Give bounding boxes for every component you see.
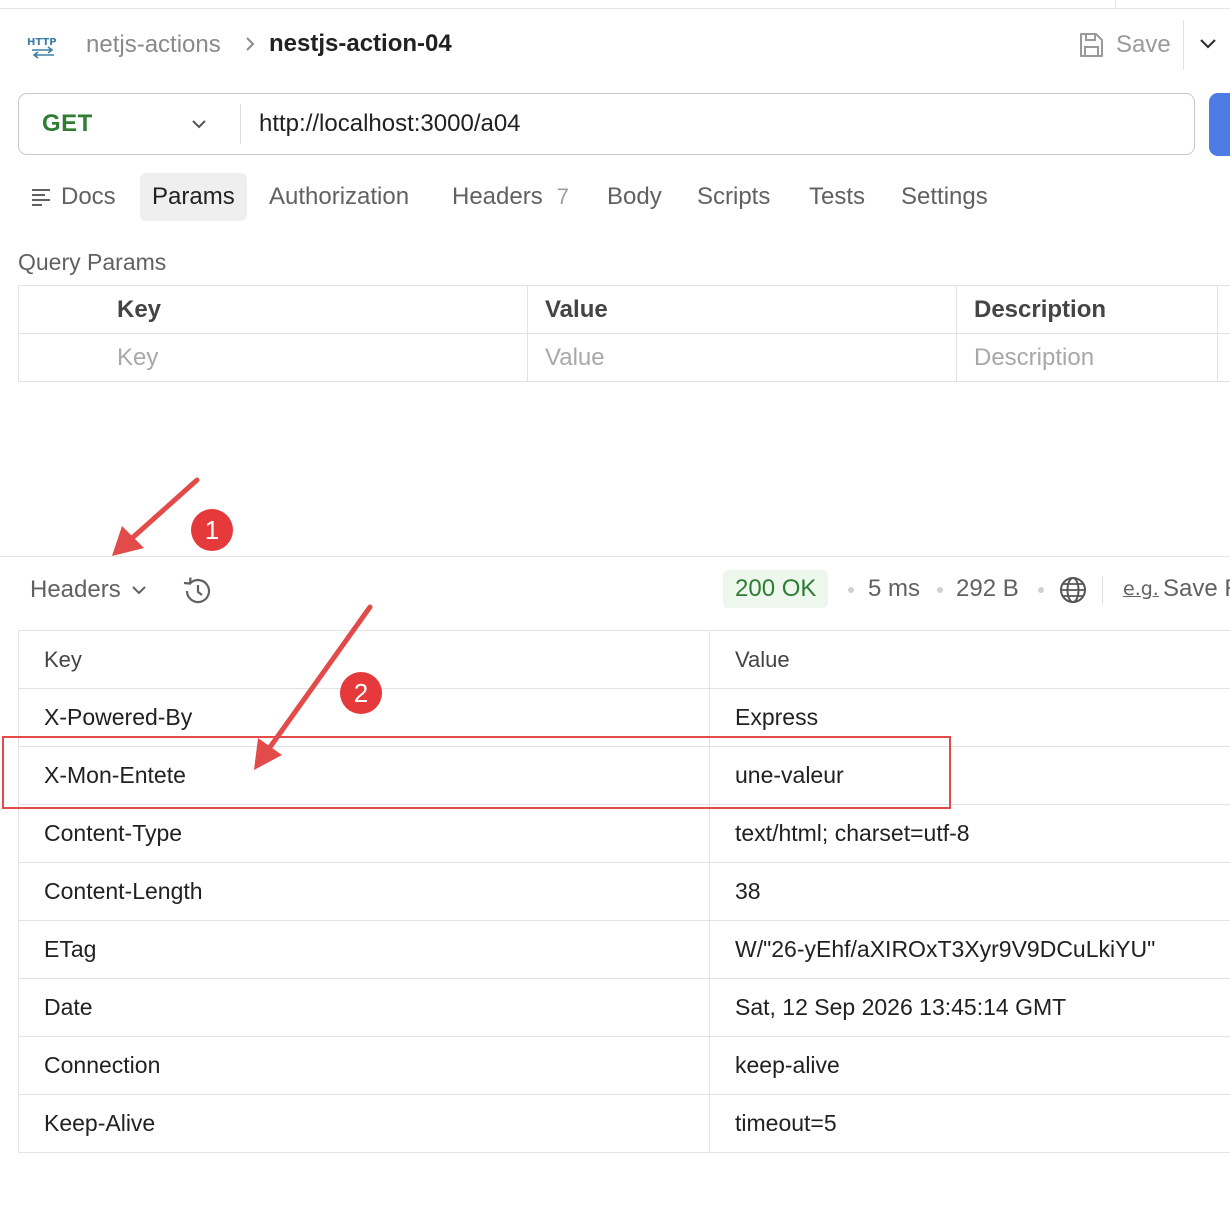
- table-row: Content-Type text/html; charset=utf-8: [18, 804, 1230, 863]
- param-key-input[interactable]: Key: [18, 333, 528, 382]
- column-header-value: Value: [527, 285, 957, 334]
- tab-label: Authorization: [269, 183, 410, 210]
- table-row: Key Value Description: [18, 333, 1230, 382]
- column-header-key: Key: [18, 285, 528, 334]
- request-header: HTTP netjs-actions nestjs-action-04 Save: [0, 20, 1230, 70]
- table-row: Content-Length 38: [18, 862, 1230, 921]
- header-key: Keep-Alive: [18, 1094, 710, 1153]
- response-size[interactable]: 292 B: [956, 575, 1019, 603]
- header-value: text/html; charset=utf-8: [709, 804, 1230, 863]
- save-button-label: Save: [1116, 31, 1171, 58]
- tab-label: Headers: [452, 183, 543, 210]
- tab-authorization[interactable]: Authorization: [257, 173, 421, 221]
- response-view-label: Headers: [30, 576, 121, 603]
- header-value: keep-alive: [709, 1036, 1230, 1095]
- url-bar: GET: [18, 93, 1195, 155]
- header-value: Sat, 12 Sep 2026 13:45:14 GMT: [709, 978, 1230, 1037]
- tab-params[interactable]: Params: [140, 173, 247, 221]
- tab-settings[interactable]: Settings: [889, 173, 1000, 221]
- param-description-input[interactable]: Description: [956, 333, 1218, 382]
- header-key: Connection: [18, 1036, 710, 1095]
- response-toolbar: Headers 200 OK 5 ms 292 B e.g. Save R: [0, 566, 1230, 614]
- param-value-input[interactable]: Value: [527, 333, 957, 382]
- tab-label: Params: [152, 183, 235, 210]
- docs-icon: [32, 189, 50, 206]
- table-row: Connection keep-alive: [18, 1036, 1230, 1095]
- annotation-badge-2: 2: [340, 672, 382, 714]
- annotation-arrow-1: [112, 477, 200, 556]
- column-header-actions: [1217, 285, 1230, 334]
- tab-scripts[interactable]: Scripts: [685, 173, 782, 221]
- save-button[interactable]: Save: [1076, 28, 1171, 62]
- tab-headers[interactable]: Headers 7: [440, 173, 581, 221]
- column-header-description: Description: [956, 285, 1218, 334]
- globe-icon[interactable]: [1058, 575, 1088, 605]
- header-key: Content-Length: [18, 862, 710, 921]
- separator-dot: [937, 587, 943, 593]
- chevron-down-icon[interactable]: [1198, 36, 1218, 52]
- header-key: Date: [18, 978, 710, 1037]
- chevron-right-icon: [246, 37, 255, 51]
- column-header-value: Value: [709, 630, 1230, 689]
- chevron-down-icon: [132, 586, 146, 595]
- response-headers-table: Key Value X-Powered-By Express X-Mon-Ent…: [18, 630, 1230, 1153]
- url-input[interactable]: [259, 106, 1159, 142]
- url-divider: [240, 104, 241, 144]
- tab-label: Tests: [809, 183, 866, 210]
- separator-dot: [1038, 587, 1044, 593]
- header-key: Content-Type: [18, 804, 710, 863]
- tab-label: Body: [607, 183, 662, 210]
- tab-docs[interactable]: Docs: [18, 173, 128, 221]
- separator-dot: [848, 587, 854, 593]
- window-top-border: [0, 0, 1230, 9]
- save-icon: [1080, 33, 1103, 57]
- save-response-button[interactable]: Save R: [1163, 575, 1230, 603]
- query-params-title: Query Params: [18, 249, 167, 275]
- tab-label: Scripts: [697, 183, 771, 210]
- table-row: ETag W/"26-yEhf/aXIROxT3Xyr9V9DCuLkiYU": [18, 920, 1230, 979]
- header-divider: [1183, 20, 1184, 70]
- tab-label: Settings: [901, 183, 988, 210]
- method-select[interactable]: GET: [42, 110, 93, 138]
- annotation-highlight-box: [2, 736, 951, 809]
- header-value: timeout=5: [709, 1094, 1230, 1153]
- header-value: 38: [709, 862, 1230, 921]
- response-time[interactable]: 5 ms: [868, 575, 920, 603]
- tab-body[interactable]: Body: [595, 173, 674, 221]
- pane-resize-handle[interactable]: [0, 556, 1230, 557]
- header-value: W/"26-yEhf/aXIROxT3Xyr9V9DCuLkiYU": [709, 920, 1230, 979]
- param-actions-cell: [1217, 333, 1230, 382]
- svg-text:HTTP: HTTP: [27, 37, 57, 48]
- header-key: ETag: [18, 920, 710, 979]
- tab-label: Docs: [61, 183, 116, 210]
- annotation-badge-1: 1: [191, 509, 233, 551]
- table-header-row: Key Value: [18, 630, 1230, 689]
- table-header-row: Key Value Description: [18, 285, 1230, 334]
- toolbar-divider: [1102, 576, 1103, 604]
- status-badge[interactable]: 200 OK: [723, 570, 829, 608]
- tab-tests[interactable]: Tests: [797, 173, 877, 221]
- table-row: Date Sat, 12 Sep 2026 13:45:14 GMT: [18, 978, 1230, 1037]
- tab-headers-count: 7: [556, 184, 569, 209]
- breadcrumb-request-name[interactable]: nestjs-action-04: [269, 30, 452, 58]
- history-icon[interactable]: [180, 574, 214, 608]
- http-icon: HTTP: [27, 37, 57, 59]
- query-params-table: Key Value Description Key Value Descript…: [18, 285, 1230, 382]
- example-icon: e.g.: [1123, 578, 1159, 600]
- breadcrumb-collection[interactable]: netjs-actions: [86, 31, 221, 59]
- chevron-down-icon[interactable]: [191, 118, 207, 130]
- send-button[interactable]: [1209, 93, 1230, 156]
- response-view-dropdown[interactable]: Headers: [30, 576, 147, 604]
- table-row: Keep-Alive timeout=5: [18, 1094, 1230, 1153]
